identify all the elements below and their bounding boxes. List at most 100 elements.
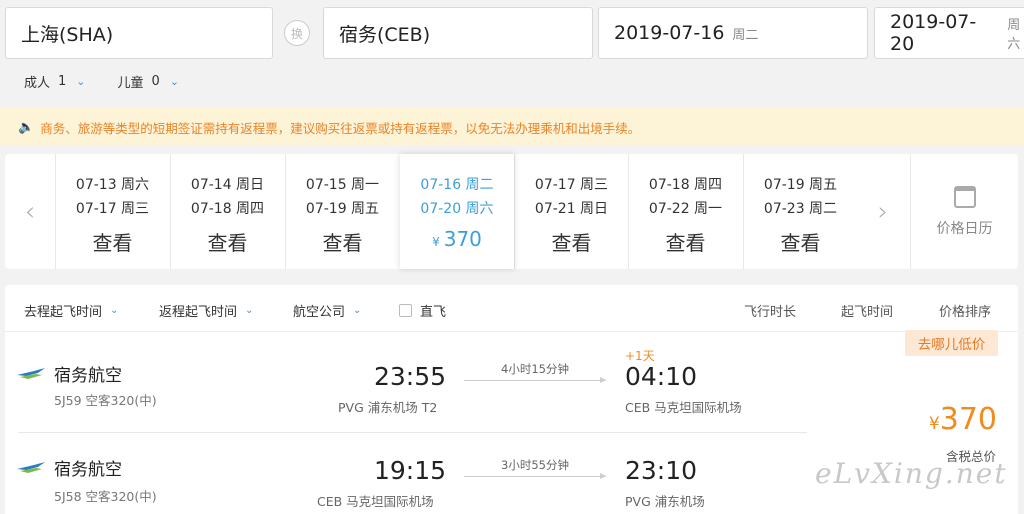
flight-duration: 4小时15分钟 [501,362,569,376]
chevron-down-icon: ⌄ [353,305,362,316]
departure-time: 19:15 [374,456,447,485]
outbound-date: 07-17 周三 [534,177,609,193]
sort-depart-time[interactable]: 起飞时间 [841,301,893,320]
price-calendar-button[interactable]: 价格日历 [910,154,1018,269]
date-cell[interactable]: 07-18 周四 07-22 周一 查看 [628,154,742,269]
view-link: 查看 [92,231,133,255]
depart-weekday: 周二 [732,27,759,43]
outbound-date: 07-15 周一 [305,177,380,193]
arrival-time: 23:10 [625,456,698,485]
return-date-value: 2019-07-20 [890,11,977,55]
flight-row-outbound[interactable]: 宿务航空 5J59 空客320(中) 23:55 PVG 浦东机场 T2 4小时… [0,330,1013,426]
arrival-city-field[interactable]: 宿务(CEB) [323,7,593,59]
price-value: 370 [443,227,482,251]
checkbox-icon [399,304,412,317]
chevron-down-icon: ⌄ [245,305,254,316]
airline-logo-icon [17,462,45,473]
departure-city-field[interactable]: 上海(SHA) [5,7,273,59]
chevron-left-icon: ‹ [24,196,36,227]
chevron-down-icon: ⌄ [110,305,119,316]
return-date: 07-20 周六 [420,201,494,217]
outbound-time-label: 去程起飞时间 [24,305,103,320]
total-price[interactable]: ¥370 [917,402,997,437]
selected-price: ¥370 [400,227,514,251]
airline-filter[interactable]: 航空公司 ⌄ [293,301,361,320]
next-dates-button[interactable]: › [858,154,908,269]
flight-number: 5J59 空客320(中) [54,393,157,408]
flight-divider [18,432,807,433]
departure-city-value: 上海(SHA) [21,23,114,46]
depart-date-field[interactable]: 2019-07-16 周二 [598,7,868,59]
chevron-down-icon: ⌄ [76,75,86,88]
flight-number: 5J58 空客320(中) [54,489,157,504]
price-calendar-label: 价格日历 [936,221,993,237]
date-cell-selected[interactable]: 07-16 周二 07-20 周六 ¥370 [400,154,514,269]
search-bar: 上海(SHA) 换 宿务(CEB) 2019-07-16 周二 2019-07-… [5,7,1024,59]
departure-airport: CEB 马克坦国际机场 [317,494,434,509]
return-date-field[interactable]: 2019-07-20 周六 [874,7,1024,59]
flight-duration: 3小时55分钟 [501,458,569,472]
chevron-down-icon: ⌄ [169,75,180,88]
view-link: 查看 [665,231,706,255]
return-date: 07-22 周一 [648,201,723,217]
date-strip: ‹ 07-13 周六 07-17 周三 查看 07-14 周日 07-18 周四… [5,154,1018,269]
return-date: 07-17 周三 [75,201,150,217]
visa-notice-text: 商务、旅游等类型的短期签证需持有返程票，建议购买往返票或持有返程票，以免无法办理… [40,120,641,136]
outbound-date: 07-14 周日 [190,177,265,193]
outbound-date: 07-19 周五 [763,177,838,193]
duration-arrow [464,377,606,383]
adult-label: 成人 [24,76,51,91]
airline-filter-label: 航空公司 [293,305,346,320]
view-link: 查看 [207,231,248,255]
date-cell[interactable]: 07-15 周一 07-19 周五 查看 [285,154,399,269]
child-count: 0 [151,74,160,89]
date-cell[interactable]: 07-13 周六 07-17 周三 查看 [55,154,169,269]
arrival-airport: CEB 马克坦国际机场 [625,400,742,415]
view-link: 查看 [322,231,363,255]
date-cell[interactable]: 07-17 周三 07-21 周日 查看 [514,154,628,269]
outbound-time-filter[interactable]: 去程起飞时间 ⌄ [24,301,118,320]
direct-flight-checkbox[interactable]: 直飞 [399,301,446,320]
adult-selector[interactable]: 成人 1 ⌄ [24,72,86,91]
return-time-filter[interactable]: 返程起飞时间 ⌄ [159,301,253,320]
outbound-date: 07-18 周四 [648,177,723,193]
site-watermark: eLvXing.net [815,457,1008,490]
prev-dates-button[interactable]: ‹ [5,154,55,269]
arrival-airport: PVG 浦东机场 [625,494,705,509]
departure-time: 23:55 [374,362,447,391]
arrival-time: 04:10 [625,362,698,391]
return-time-label: 返程起飞时间 [159,305,238,320]
outbound-date: 07-13 周六 [75,177,150,193]
view-link: 查看 [551,231,592,255]
passenger-selectors: 成人 1 ⌄ 儿童 0 ⌄ [24,72,211,91]
return-date: 07-21 周日 [534,201,609,217]
currency-symbol: ¥ [928,414,940,434]
departure-airport: PVG 浦东机场 T2 [338,400,438,415]
currency-symbol: ¥ [432,235,440,249]
date-cell[interactable]: 07-14 周日 07-18 周四 查看 [170,154,284,269]
adult-count: 1 [58,74,67,89]
swap-cities-button[interactable]: 换 [284,20,310,46]
airline-name: 宿务航空 [54,460,122,480]
filter-bar: 去程起飞时间 ⌄ 返程起飞时间 ⌄ 航空公司 ⌄ 直飞 飞行时长 起飞时间 价格… [5,285,1018,332]
view-link: 查看 [780,231,821,255]
sort-duration[interactable]: 飞行时长 [744,301,796,320]
depart-date-value: 2019-07-16 [614,22,725,44]
child-label: 儿童 [117,76,144,91]
swap-icon: 换 [290,26,303,41]
sort-price[interactable]: 价格排序 [939,301,991,320]
calendar-icon [953,186,976,208]
outbound-date: 07-16 周二 [420,177,494,193]
price-value: 370 [939,402,997,437]
airline-name: 宿务航空 [54,366,122,386]
return-date: 07-18 周四 [190,201,265,217]
child-selector[interactable]: 儿童 0 ⌄ [118,72,180,91]
arrival-city-value: 宿务(CEB) [339,23,431,46]
return-date: 07-19 周五 [305,201,380,217]
speaker-icon: 🔈 [18,119,35,135]
direct-label: 直飞 [420,305,447,320]
date-cell[interactable]: 07-19 周五 07-23 周二 查看 [743,154,857,269]
return-weekday: 周六 [1007,18,1021,52]
chevron-right-icon: › [877,196,889,227]
duration-arrow [464,473,606,479]
